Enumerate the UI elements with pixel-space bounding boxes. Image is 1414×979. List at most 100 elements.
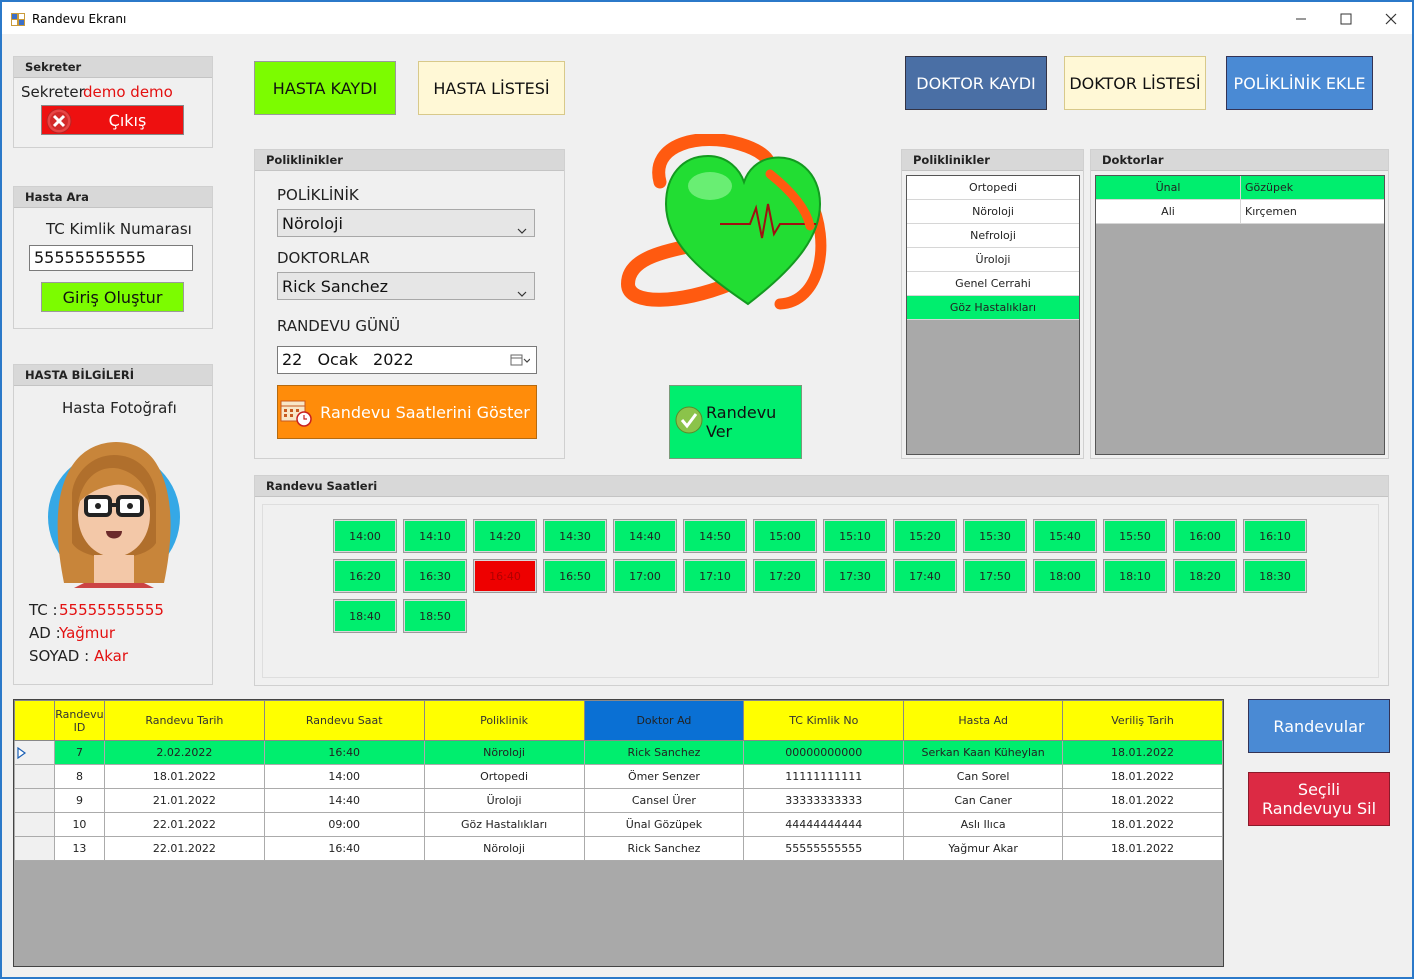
time-slot-button[interactable]: 17:50 <box>963 559 1027 593</box>
time-slot-button[interactable]: 15:40 <box>1033 519 1097 553</box>
time-slot-button[interactable]: 18:10 <box>1103 559 1167 593</box>
doktor-select[interactable]: Rick Sanchez <box>277 272 535 300</box>
time-slot-button[interactable]: 18:00 <box>1033 559 1097 593</box>
poliklinik-ekle-button[interactable]: POLİKLİNİK EKLE <box>1226 56 1373 110</box>
time-slot-button[interactable]: 16:20 <box>333 559 397 593</box>
time-slot-button[interactable]: 14:00 <box>333 519 397 553</box>
time-slot-button[interactable]: 15:00 <box>753 519 817 553</box>
column-header[interactable]: Poliklinik <box>423 700 585 741</box>
time-slot-button[interactable]: 16:30 <box>403 559 467 593</box>
logout-button[interactable]: Çıkış <box>41 105 184 135</box>
doktor-kaydi-button[interactable]: DOKTOR KAYDI <box>905 56 1047 110</box>
table-cell[interactable]: Serkan Kaan Küheylan <box>903 740 1064 765</box>
table-cell[interactable]: Rick Sanchez <box>583 836 745 861</box>
maximize-button[interactable] <box>1323 6 1369 32</box>
minimize-button[interactable] <box>1278 6 1324 32</box>
poliklinik-list-item[interactable]: Üroloji <box>907 248 1079 272</box>
table-cell[interactable]: Üroloji <box>423 788 585 813</box>
table-cell[interactable]: Rick Sanchez <box>583 740 745 765</box>
table-cell[interactable]: 16:40 <box>263 740 425 765</box>
poliklinik-list-item[interactable]: Nefroloji <box>907 224 1079 248</box>
table-row[interactable]: 10 22.01.2022 09:00 Göz Hastalıkları Ünal Gö… <box>14 812 1223 837</box>
table-cell[interactable]: Can Caner <box>903 788 1064 813</box>
table-cell[interactable]: 2.02.2022 <box>103 740 265 765</box>
table-cell[interactable]: Ortopedi <box>423 764 585 789</box>
hasta-kaydi-button[interactable]: HASTA KAYDI <box>254 61 396 115</box>
table-cell[interactable]: Ünal Gözüpek <box>583 812 745 837</box>
table-cell[interactable]: 18.01.2022 <box>1062 836 1223 861</box>
time-slot-button[interactable]: 18:30 <box>1243 559 1307 593</box>
time-slot-button[interactable]: 14:50 <box>683 519 747 553</box>
time-slot-button[interactable]: 17:10 <box>683 559 747 593</box>
column-header[interactable]: Randevu Tarih <box>103 700 265 741</box>
row-selector[interactable] <box>14 836 55 861</box>
time-slot-button[interactable]: 17:20 <box>753 559 817 593</box>
table-cell[interactable]: Yağmur Akar <box>903 836 1064 861</box>
randevu-ver-button[interactable]: Randevu Ver <box>669 385 802 459</box>
column-header[interactable]: Randevu Saat <box>263 700 425 741</box>
time-slot-button[interactable]: 15:30 <box>963 519 1027 553</box>
time-slot-button[interactable]: 15:20 <box>893 519 957 553</box>
time-slot-button[interactable]: 14:10 <box>403 519 467 553</box>
close-button[interactable] <box>1368 6 1414 32</box>
doktorlar-list[interactable]: Ünal Gözüpek Ali Kırçemen <box>1095 175 1385 455</box>
time-slot-button[interactable]: 17:30 <box>823 559 887 593</box>
table-cell[interactable]: 8 <box>53 764 105 789</box>
poliklinik-list-item[interactable]: Göz Hastalıkları <box>907 296 1079 320</box>
table-cell[interactable]: 14:00 <box>263 764 425 789</box>
time-slot-button[interactable]: 16:00 <box>1173 519 1237 553</box>
delete-appointment-button[interactable]: Seçili Randevuyu Sil <box>1248 772 1390 826</box>
table-cell[interactable]: Nöroloji <box>423 836 585 861</box>
randevu-date-picker[interactable]: 22 Ocak 2022 <box>277 346 537 374</box>
column-header[interactable]: Hasta Ad <box>903 700 1064 741</box>
table-row[interactable]: 13 22.01.2022 16:40 Nöroloji Rick Sanchez 555… <box>14 836 1223 861</box>
poliklinik-select[interactable]: Nöroloji <box>277 209 535 237</box>
time-slot-button[interactable]: 17:40 <box>893 559 957 593</box>
row-selector[interactable] <box>14 812 55 837</box>
table-cell[interactable]: Ömer Senzer <box>583 764 745 789</box>
time-slot-button[interactable]: 16:50 <box>543 559 607 593</box>
row-selector[interactable] <box>14 740 55 765</box>
table-cell[interactable]: 09:00 <box>263 812 425 837</box>
tc-input[interactable]: 55555555555 <box>29 245 193 271</box>
table-cell[interactable]: 11111111111 <box>743 764 905 789</box>
table-cell[interactable]: 44444444444 <box>743 812 905 837</box>
time-slot-button[interactable]: 14:40 <box>613 519 677 553</box>
column-header[interactable]: TC Kimlik No <box>743 700 905 741</box>
table-cell[interactable]: 10 <box>53 812 105 837</box>
table-cell[interactable]: 18.01.2022 <box>1062 764 1223 789</box>
table-cell[interactable]: 16:40 <box>263 836 425 861</box>
poliklinik-list-item[interactable]: Genel Cerrahi <box>907 272 1079 296</box>
doktor-list-row[interactable]: Ünal Gözüpek <box>1096 176 1384 200</box>
show-times-button[interactable]: Randevu Saatlerini Göster <box>277 385 537 439</box>
time-slot-button[interactable]: 14:30 <box>543 519 607 553</box>
randevular-button[interactable]: Randevular <box>1248 699 1390 753</box>
table-cell[interactable]: 18.01.2022 <box>103 764 265 789</box>
table-cell[interactable]: 7 <box>53 740 105 765</box>
table-cell[interactable]: 00000000000 <box>743 740 905 765</box>
time-slot-button[interactable]: 18:40 <box>333 599 397 633</box>
table-cell[interactable]: 18.01.2022 <box>1062 812 1223 837</box>
poliklinik-list-item[interactable]: Ortopedi <box>907 176 1079 200</box>
table-cell[interactable]: Cansel Ürer <box>583 788 745 813</box>
table-cell[interactable]: 21.01.2022 <box>103 788 265 813</box>
poliklinikler-list[interactable]: Ortopedi Nöroloji Nefroloji Üroloji Genel Ce… <box>906 175 1080 455</box>
table-cell[interactable]: 18.01.2022 <box>1062 788 1223 813</box>
time-slot-button[interactable]: 18:20 <box>1173 559 1237 593</box>
table-cell[interactable]: Can Sorel <box>903 764 1064 789</box>
time-slot-button[interactable]: 16:10 <box>1243 519 1307 553</box>
column-header[interactable]: Doktor Ad <box>583 700 745 741</box>
row-selector[interactable] <box>14 764 55 789</box>
time-slot-button[interactable]: 14:20 <box>473 519 537 553</box>
doktor-listesi-button[interactable]: DOKTOR LİSTESİ <box>1064 56 1206 110</box>
table-cell[interactable]: 14:40 <box>263 788 425 813</box>
column-header[interactable]: Randevu ID <box>53 700 105 741</box>
table-cell[interactable]: Aslı Ilıca <box>903 812 1064 837</box>
time-slot-button[interactable]: 17:00 <box>613 559 677 593</box>
table-cell[interactable]: 33333333333 <box>743 788 905 813</box>
time-slot-button[interactable]: 15:50 <box>1103 519 1167 553</box>
time-slot-button[interactable]: 18:50 <box>403 599 467 633</box>
table-row[interactable]: 9 21.01.2022 14:40 Üroloji Cansel Ürer 333333… <box>14 788 1223 813</box>
column-header[interactable]: Veriliş Tarih <box>1062 700 1223 741</box>
table-cell[interactable]: 18.01.2022 <box>1062 740 1223 765</box>
